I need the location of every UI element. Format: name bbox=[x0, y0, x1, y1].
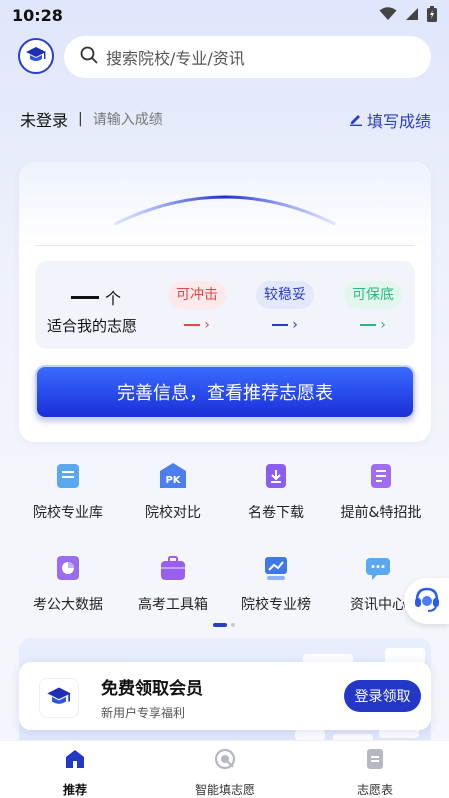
category-stable[interactable]: 较稳妥 › bbox=[255, 281, 315, 333]
home-icon bbox=[63, 747, 87, 775]
wifi-icon bbox=[379, 7, 397, 21]
feature-label: 名卷下载 bbox=[248, 505, 304, 521]
pager-dot[interactable] bbox=[231, 623, 235, 627]
nav-label: 智能填志愿 bbox=[194, 783, 255, 797]
separator: | bbox=[78, 111, 83, 127]
feature-label: 高考工具箱 bbox=[138, 597, 208, 613]
search-input[interactable]: 搜索院校/专业/资讯 bbox=[64, 36, 431, 78]
top-header: 搜索院校/专业/资讯 bbox=[18, 36, 431, 78]
tab-volunteer-list[interactable]: 志愿表 bbox=[320, 747, 430, 798]
view-recommendation-button[interactable]: 完善信息，查看推荐志愿表 bbox=[35, 365, 415, 419]
category-arrow: › bbox=[184, 317, 210, 333]
ranking-chart-icon bbox=[260, 552, 292, 584]
search-placeholder: 搜索院校/专业/资讯 bbox=[106, 49, 245, 68]
login-row: 未登录 | 请输入成绩 填写成绩 bbox=[20, 107, 431, 132]
category-reach[interactable]: 可冲击 › bbox=[167, 281, 227, 333]
customer-service-button[interactable] bbox=[404, 578, 449, 624]
signal-icon bbox=[405, 7, 419, 21]
category-arrow: › bbox=[272, 317, 298, 333]
score-hint[interactable]: 请输入成绩 bbox=[93, 109, 163, 129]
volunteer-stats-panel[interactable]: 个 适合我的志愿 可冲击 › 较稳妥 › 可保底 › bbox=[35, 261, 415, 349]
tab-smart-fill[interactable]: 智能填志愿 bbox=[170, 747, 280, 798]
document-list-icon bbox=[365, 460, 397, 492]
pk-compare-icon: PK bbox=[157, 460, 189, 492]
chevron-right-icon: › bbox=[292, 317, 298, 333]
login-claim-button[interactable]: 登录领取 bbox=[344, 680, 421, 712]
member-promo-card[interactable]: 免费领取会员 新用户专享福利 登录领取 bbox=[19, 662, 431, 730]
smart-fill-icon bbox=[213, 747, 237, 775]
search-icon bbox=[80, 46, 98, 68]
category-pill: 较稳妥 bbox=[256, 281, 314, 309]
battery-icon bbox=[427, 6, 437, 22]
nav-label: 志愿表 bbox=[356, 783, 393, 797]
feature-school-major-db[interactable]: 院校专业库 bbox=[18, 460, 118, 522]
banner-decoration bbox=[295, 730, 325, 740]
card-header-graphic bbox=[19, 162, 431, 246]
status-icons bbox=[379, 6, 437, 22]
arc-graphic bbox=[114, 195, 336, 226]
bottom-nav: 推荐 智能填志愿 志愿表 bbox=[0, 740, 449, 798]
count-placeholder-dash bbox=[71, 295, 99, 299]
feature-pager bbox=[213, 623, 235, 627]
category-arrow: › bbox=[360, 317, 386, 333]
member-title: 免费领取会员 bbox=[101, 679, 203, 699]
feature-label: 院校对比 bbox=[145, 505, 201, 521]
database-icon bbox=[52, 460, 84, 492]
pager-dot-active[interactable] bbox=[213, 623, 227, 627]
chevron-right-icon: › bbox=[204, 317, 210, 333]
count-description: 适合我的志愿 bbox=[47, 317, 138, 335]
app-logo-icon bbox=[39, 678, 79, 718]
chat-bubble-icon bbox=[362, 552, 394, 584]
app-logo-icon[interactable] bbox=[18, 38, 54, 74]
feature-early-admission[interactable]: 提前&特招批 bbox=[331, 460, 431, 522]
feature-paper-download[interactable]: 名卷下载 bbox=[226, 460, 326, 522]
feature-label: 考公大数据 bbox=[33, 597, 103, 613]
nav-label: 推荐 bbox=[62, 783, 87, 797]
list-doc-icon bbox=[363, 747, 387, 775]
headset-icon bbox=[412, 584, 442, 618]
chevron-right-icon: › bbox=[380, 317, 386, 333]
feature-school-compare[interactable]: PK 院校对比 bbox=[123, 460, 223, 522]
feature-label: 资讯中心 bbox=[350, 597, 406, 613]
card-divider bbox=[35, 245, 415, 246]
pie-chart-icon bbox=[52, 552, 84, 584]
category-pill: 可冲击 bbox=[168, 281, 226, 309]
toolbox-icon bbox=[157, 552, 189, 584]
feature-label: 院校专业库 bbox=[33, 505, 103, 521]
download-icon bbox=[260, 460, 292, 492]
category-pill: 可保底 bbox=[344, 281, 402, 309]
feature-gaokao-toolbox[interactable]: 高考工具箱 bbox=[123, 552, 223, 614]
feature-label: 院校专业榜 bbox=[241, 597, 311, 613]
tab-recommend[interactable]: 推荐 bbox=[20, 747, 130, 798]
svg-text:PK: PK bbox=[165, 475, 181, 486]
category-safe[interactable]: 可保底 › bbox=[343, 281, 403, 333]
recommend-card: 个 适合我的志愿 可冲击 › 较稳妥 › 可保底 › 完善信息，查看推荐志愿表 bbox=[19, 162, 431, 442]
count-unit: 个 bbox=[105, 289, 122, 308]
fill-score-button[interactable]: 填写成绩 bbox=[349, 108, 431, 132]
feature-label: 提前&特招批 bbox=[340, 505, 422, 521]
feature-school-major-ranking[interactable]: 院校专业榜 bbox=[226, 552, 326, 614]
pencil-icon bbox=[349, 111, 363, 130]
login-status[interactable]: 未登录 bbox=[20, 107, 68, 131]
feature-civil-service-data[interactable]: 考公大数据 bbox=[18, 552, 118, 614]
status-bar: 10:28 bbox=[0, 0, 449, 32]
member-subtitle: 新用户专享福利 bbox=[101, 706, 186, 720]
status-time: 10:28 bbox=[12, 6, 63, 25]
count-line: 个 bbox=[71, 285, 121, 309]
fill-score-label: 填写成绩 bbox=[366, 112, 431, 131]
